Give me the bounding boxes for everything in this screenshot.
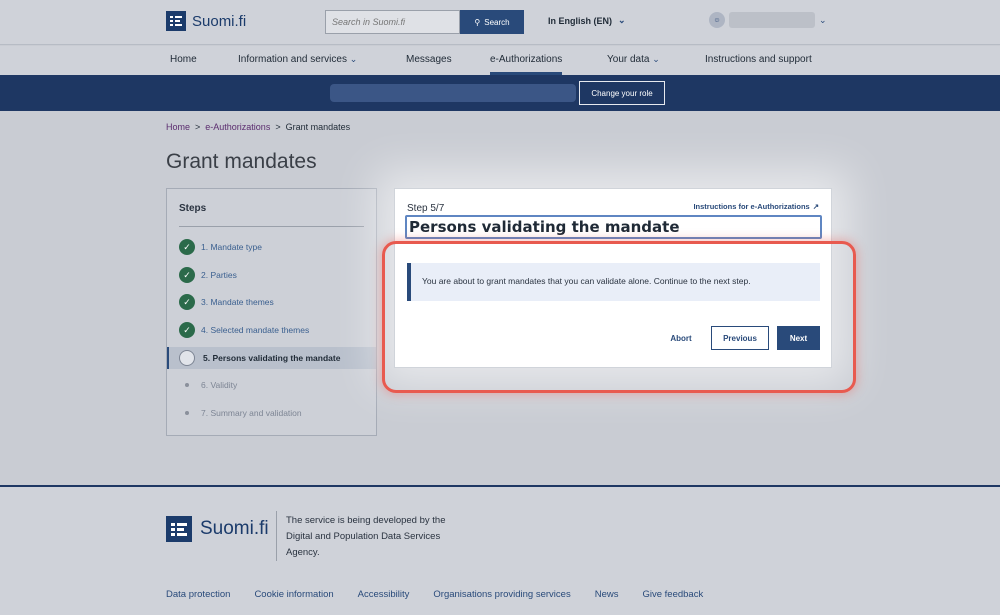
footer-description: The service is being developed by the Di… [286,515,446,558]
footer-link-data-protection[interactable]: Data protection [166,589,230,600]
check-icon: ✓ [179,267,195,283]
breadcrumb-separator: > [275,122,281,132]
footer-link-organisations[interactable]: Organisations providing services [433,589,570,600]
dot-icon [185,411,189,415]
breadcrumb: Home > e-Authorizations > Grant mandates [166,122,350,132]
nav-information-and-services[interactable]: Information and services ⌄ [238,54,357,65]
search-input[interactable] [325,10,460,34]
suomi-logo-icon [166,11,186,31]
search-icon: ⚲ [474,17,481,27]
change-role-button[interactable]: Change your role [579,81,665,105]
page-title: Grant mandates [166,150,317,173]
nav-instructions-and-support[interactable]: Instructions and support [705,54,812,65]
nav-e-authorizations[interactable]: e-Authorizations [490,54,563,75]
main-nav: Home Information and services ⌄ Messages… [0,46,1000,75]
step-mandate-themes[interactable]: ✓ 3. Mandate themes [167,291,376,313]
footer-link-accessibility[interactable]: Accessibility [358,589,410,600]
previous-button[interactable]: Previous [711,326,769,350]
divider [179,226,364,227]
step-label: 7. Summary and validation [201,408,302,418]
nav-messages[interactable]: Messages [406,54,452,65]
footer-logo[interactable]: Suomi.fi [166,516,269,542]
logo-text: Suomi.fi [200,518,269,539]
next-button[interactable]: Next [777,326,820,350]
chevron-down-icon: ⌄ [652,54,660,64]
step-mandate-type[interactable]: ✓ 1. Mandate type [167,236,376,258]
search-form: ⚲ Search [325,10,524,34]
info-notice: You are about to grant mandates that you… [407,263,820,301]
circle-icon [179,350,195,366]
steps-panel: Steps ✓ 1. Mandate type ✓ 2. Parties ✓ 3… [166,188,377,436]
step-label: 1. Mandate type [201,242,262,252]
step-label: 3. Mandate themes [201,297,274,307]
step-summary-and-validation: 7. Summary and validation [167,402,376,424]
chevron-down-icon: ⌄ [819,14,827,25]
search-button[interactable]: ⚲ Search [460,10,524,34]
suomi-logo-icon [166,516,192,542]
nav-label: Your data [607,54,650,65]
step-label: 4. Selected mandate themes [201,325,310,335]
role-bar: Change your role [0,75,1000,111]
nav-home[interactable]: Home [170,54,197,65]
footer-links: Data protection Cookie information Acces… [166,589,703,600]
current-role-redacted [330,84,576,102]
breadcrumb-e-authorizations[interactable]: e-Authorizations [205,122,270,132]
footer-link-give-feedback[interactable]: Give feedback [642,589,703,600]
instructions-link[interactable]: Instructions for e-Authorizations ↗ [693,202,819,211]
abort-button[interactable]: Abort [665,326,697,350]
chevron-down-icon: ⌄ [349,54,358,64]
step-persons-validating: 5. Persons validating the mandate [167,347,376,369]
step-label: 2. Parties [201,270,237,280]
nav-label: Information and services [238,54,347,65]
step-validity: 6. Validity [167,374,376,396]
breadcrumb-separator: > [195,122,201,132]
footer: Suomi.fi The service is being developed … [0,485,1000,615]
nav-your-data[interactable]: Your data ⌄ [607,54,660,65]
step-heading: Persons validating the mandate [405,215,822,239]
breadcrumb-home[interactable]: Home [166,122,190,132]
breadcrumb-current: Grant mandates [285,122,351,132]
step-selected-mandate-themes[interactable]: ✓ 4. Selected mandate themes [167,319,376,341]
check-icon: ✓ [179,322,195,338]
footer-link-cookie-information[interactable]: Cookie information [254,589,333,600]
check-icon: ✓ [179,239,195,255]
user-name-redacted [729,12,815,28]
step-label: 5. Persons validating the mandate [203,353,341,363]
suomi-logo[interactable]: Suomi.fi [166,11,246,31]
check-icon: ✓ [179,294,195,310]
search-button-label: Search [484,17,510,27]
language-label: In English (EN) [548,15,612,26]
dot-icon [185,383,189,387]
chevron-down-icon: ⌄ [618,15,626,25]
step-card: Step 5/7 Instructions for e-Authorizatio… [394,188,832,368]
footer-link-news[interactable]: News [595,589,619,600]
top-header: Suomi.fi ⚲ Search In English (EN) ⌄ ☺ ⌄ [0,0,1000,45]
instructions-link-label: Instructions for e-Authorizations [693,202,810,211]
external-link-icon: ↗ [812,202,819,211]
user-menu[interactable]: ☺ ⌄ [709,12,827,28]
language-selector[interactable]: In English (EN) ⌄ [548,15,626,26]
step-parties[interactable]: ✓ 2. Parties [167,264,376,286]
user-icon: ☺ [713,16,721,24]
step-counter: Step 5/7 [407,203,445,214]
avatar: ☺ [709,12,725,28]
step-label: 6. Validity [201,380,238,390]
steps-title: Steps [179,203,207,214]
logo-text: Suomi.fi [192,12,247,30]
divider [276,511,277,561]
